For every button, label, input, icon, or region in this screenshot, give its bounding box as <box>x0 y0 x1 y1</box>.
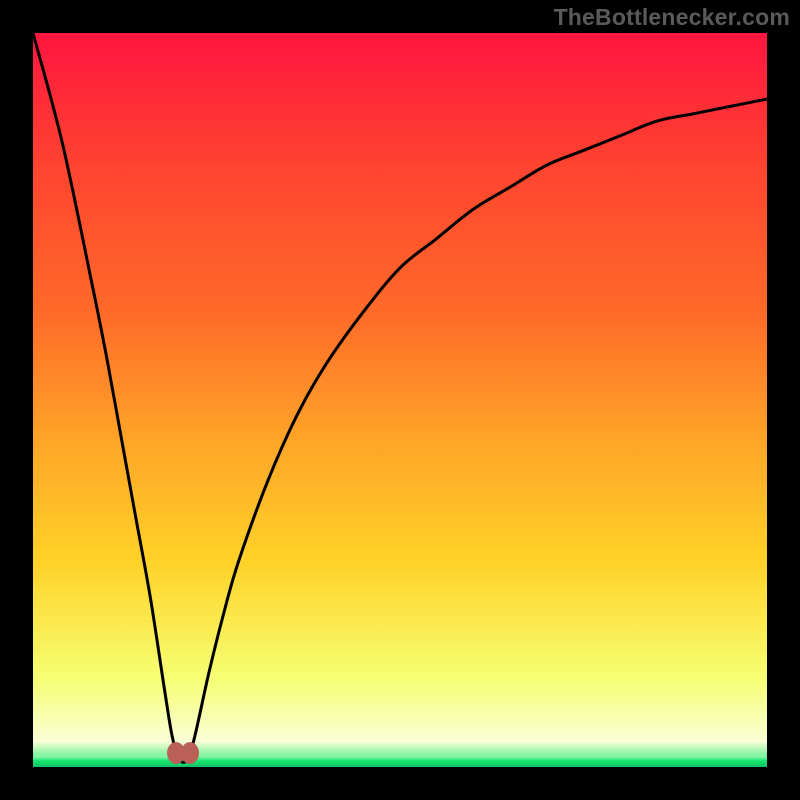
chart-frame: TheBottlenecker.com <box>0 0 800 800</box>
plot-area <box>33 33 767 767</box>
watermark-text: TheBottlenecker.com <box>554 4 790 31</box>
bottleneck-curve <box>33 33 767 767</box>
